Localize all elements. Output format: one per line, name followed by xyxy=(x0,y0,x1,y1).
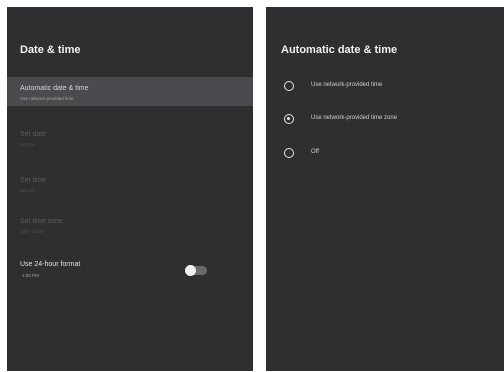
radio-unselected-icon xyxy=(284,148,294,158)
option-network-time[interactable]: Use network-provided time xyxy=(266,77,504,97)
radio-selected-icon xyxy=(284,114,294,124)
automatic-date-time-title: Automatic date & time xyxy=(281,44,398,56)
use-24-hour-format-value: 1:00 PM xyxy=(22,273,39,278)
radio-unselected-icon xyxy=(284,81,294,91)
screen: Date & time Automatic date & time Use ne… xyxy=(0,0,504,372)
toggle-knob xyxy=(185,265,196,276)
set-time-label: Set time xyxy=(20,177,46,184)
set-date-value: Not set xyxy=(20,142,35,147)
set-time-zone-item[interactable]: Set time zone GMT+00:00 xyxy=(7,214,253,240)
set-time-value: Not set xyxy=(20,188,35,193)
set-date-label: Set date xyxy=(20,131,47,138)
use-24-hour-format-label: Use 24-hour format xyxy=(20,261,81,268)
set-time-zone-label: Set time zone xyxy=(20,218,63,225)
use-24-hour-format-toggle[interactable] xyxy=(185,265,207,276)
automatic-date-time-panel: Automatic date & time Use network-provid… xyxy=(266,7,504,371)
option-off[interactable]: Off xyxy=(266,144,504,164)
date-time-panel: Date & time Automatic date & time Use ne… xyxy=(7,7,253,371)
option-network-time-zone-label: Use network-provided time zone xyxy=(311,115,398,121)
radio-selected-dot xyxy=(287,117,290,120)
option-off-label: Off xyxy=(311,149,319,155)
date-time-title: Date & time xyxy=(20,44,81,56)
automatic-date-time-label: Automatic date & time xyxy=(20,85,89,92)
set-time-item[interactable]: Set time Not set xyxy=(7,173,253,199)
use-24-hour-format-item[interactable]: Use 24-hour format 1:00 PM xyxy=(7,257,253,287)
automatic-date-time-value: Use network-provided time xyxy=(20,96,74,101)
automatic-date-time-item[interactable]: Automatic date & time Use network-provid… xyxy=(7,77,253,106)
set-date-item[interactable]: Set date Not set xyxy=(7,127,253,153)
set-time-zone-value: GMT+00:00 xyxy=(20,229,44,234)
option-network-time-label: Use network-provided time xyxy=(311,82,383,88)
option-network-time-zone[interactable]: Use network-provided time zone xyxy=(266,110,504,130)
